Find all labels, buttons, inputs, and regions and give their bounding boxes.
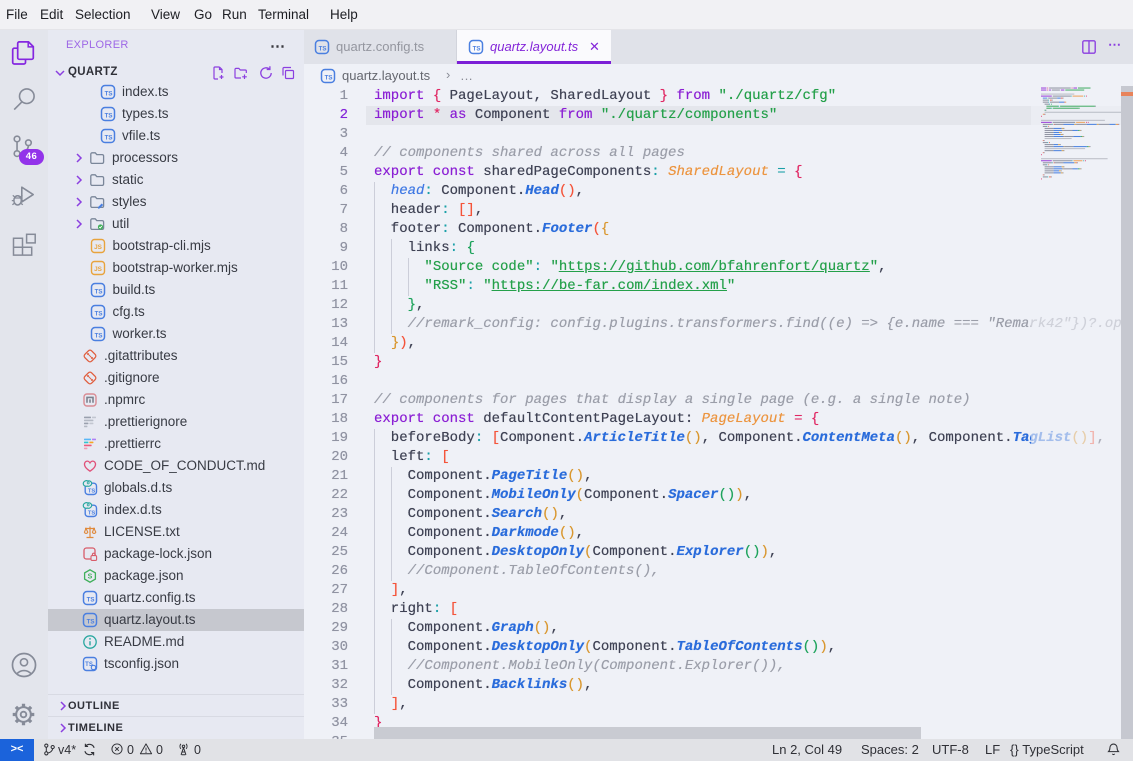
svg-text:TS: TS — [473, 46, 481, 53]
svg-text:TS: TS — [105, 135, 113, 142]
svg-text:S: S — [88, 574, 93, 581]
svg-text:TS: TS — [319, 46, 327, 53]
svg-text:TS: TS — [105, 113, 113, 120]
svg-text:TS: TS — [105, 91, 113, 98]
svg-text:JS: JS — [94, 266, 103, 273]
svg-text:JS: JS — [94, 244, 103, 251]
svg-text:TS: TS — [95, 333, 103, 340]
svg-text:TS: TS — [87, 619, 95, 626]
svg-text:TS: TS — [88, 511, 96, 517]
svg-text:TS: TS — [87, 597, 95, 604]
svg-text:TS: TS — [95, 289, 103, 296]
svg-text:TS: TS — [88, 489, 96, 495]
svg-text:TS: TS — [95, 311, 103, 318]
svg-text:TS: TS — [325, 75, 333, 82]
